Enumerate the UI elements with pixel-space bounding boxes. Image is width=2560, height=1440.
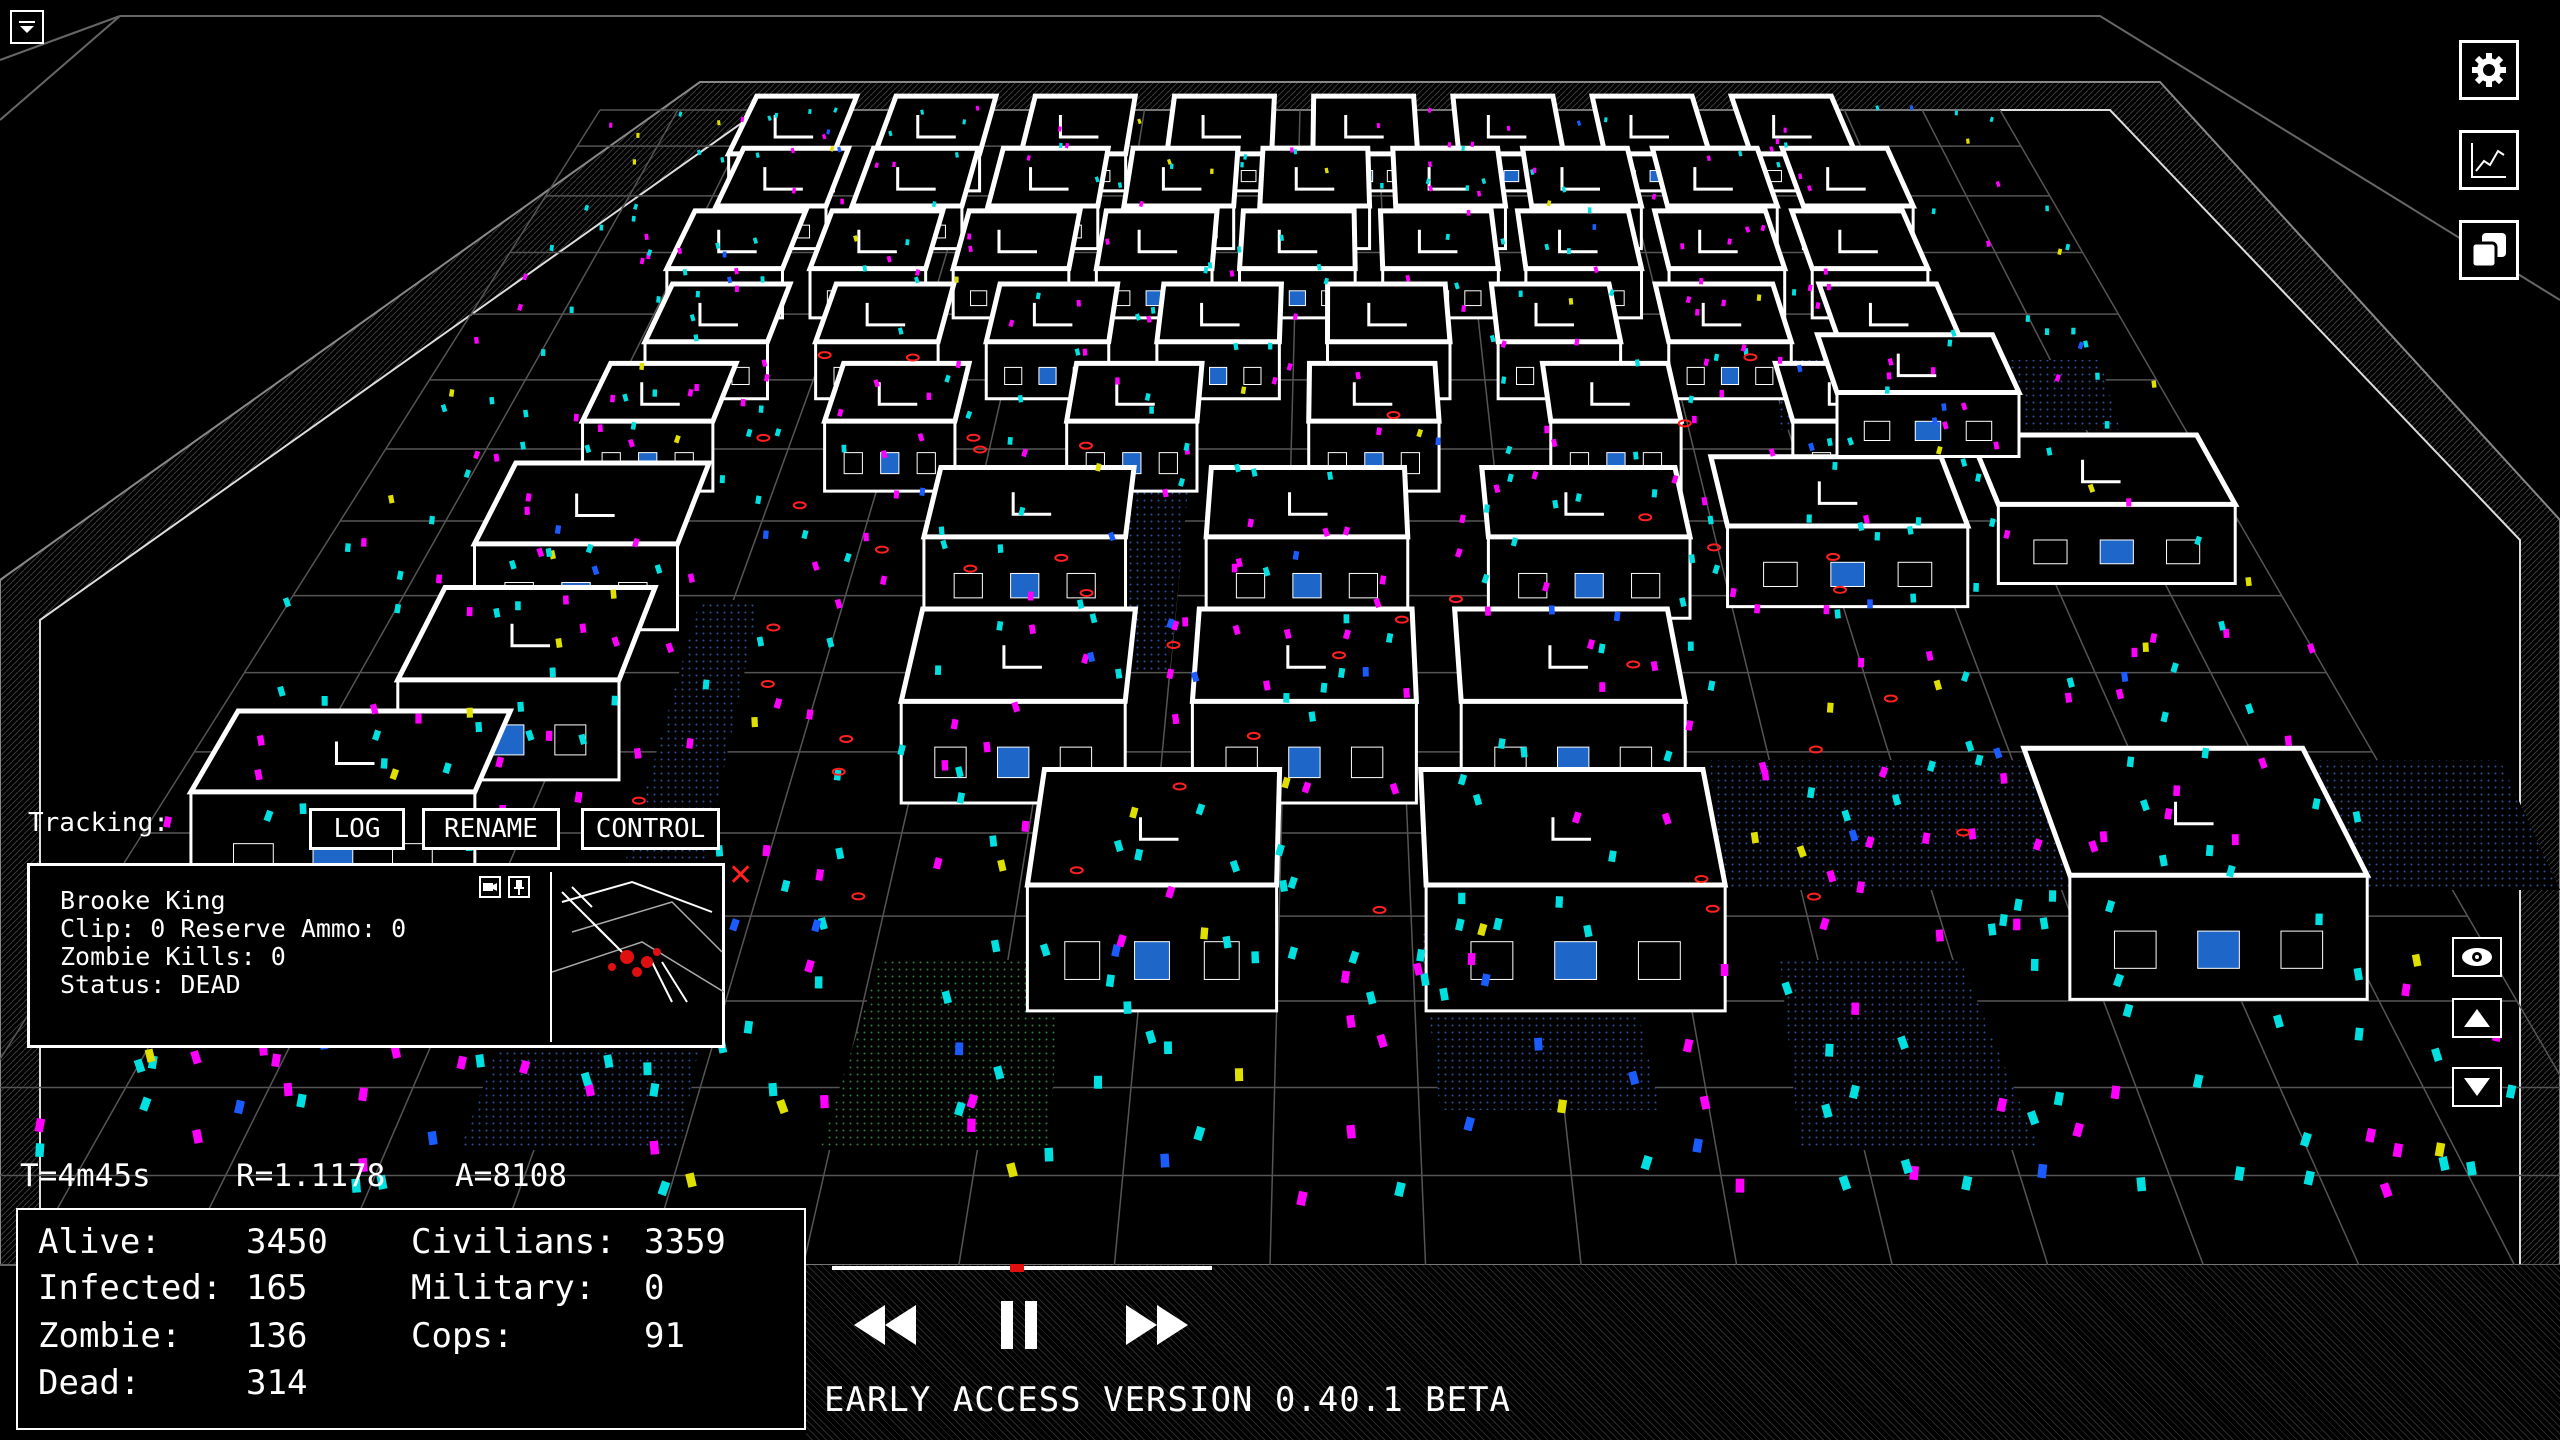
control-button[interactable]: CONTROL	[581, 808, 720, 850]
rate-readout: R=1.1178	[236, 1158, 386, 1194]
military-label: Military:	[411, 1268, 596, 1308]
alive-value: 3450	[246, 1222, 328, 1262]
stats-graph-button[interactable]	[2459, 130, 2519, 190]
pause-icon	[1001, 1301, 1037, 1349]
rewind-icon	[854, 1305, 916, 1345]
population-stats-panel: Alive: 3450 Infected: 165 Zombie: 136 De…	[16, 1208, 806, 1430]
copy-icon	[2470, 233, 2506, 269]
arrow-up-icon	[2464, 1009, 2490, 1027]
pause-button[interactable]	[974, 1290, 1064, 1360]
time-readout: T=4m45s	[20, 1158, 151, 1194]
infected-value: 165	[246, 1268, 308, 1308]
tracked-status: Status: DEAD	[60, 970, 241, 999]
windows-button[interactable]	[2459, 220, 2519, 280]
close-tracking-button[interactable]: ✕	[728, 858, 753, 893]
dead-label: Dead:	[38, 1363, 141, 1403]
fast-forward-button[interactable]	[1112, 1290, 1202, 1360]
zombie-label: Zombie:	[38, 1316, 182, 1356]
cops-value: 91	[644, 1316, 685, 1356]
military-value: 0	[644, 1268, 665, 1308]
settings-button[interactable]	[2459, 40, 2519, 100]
fast-forward-icon	[1126, 1305, 1188, 1345]
toggle-view-button[interactable]	[2452, 937, 2502, 977]
rename-button[interactable]: RENAME	[422, 808, 560, 850]
eye-icon	[2462, 948, 2492, 966]
camera-down-button[interactable]	[2452, 1067, 2502, 1107]
tracking-minimap	[550, 872, 724, 1042]
follow-camera-button[interactable]	[479, 876, 501, 898]
civilians-label: Civilians:	[411, 1222, 616, 1262]
pin-icon	[514, 880, 524, 895]
version-label: EARLY ACCESS VERSION 0.40.1 BETA	[824, 1380, 1512, 1420]
gear-icon	[2472, 53, 2506, 87]
menu-toggle-button[interactable]	[10, 10, 44, 44]
chart-icon	[2471, 143, 2506, 178]
dead-value: 314	[246, 1363, 308, 1403]
cops-label: Cops:	[411, 1316, 514, 1356]
camera-icon	[483, 883, 497, 891]
timeline-marker[interactable]	[1010, 1264, 1024, 1272]
camera-up-button[interactable]	[2452, 998, 2502, 1038]
zombie-value: 136	[246, 1316, 308, 1356]
rewind-button[interactable]	[840, 1290, 930, 1360]
civilians-value: 3359	[644, 1222, 726, 1262]
pin-button[interactable]	[508, 876, 530, 898]
infected-label: Infected:	[38, 1268, 223, 1308]
dropdown-icon	[19, 21, 35, 33]
alive-label: Alive:	[38, 1222, 161, 1262]
area-readout: A=8108	[455, 1158, 567, 1194]
arrow-down-icon	[2464, 1078, 2490, 1096]
tracked-name: Brooke King	[60, 886, 226, 915]
tracked-ammo: Clip: 0 Reserve Ammo: 0	[60, 914, 407, 943]
log-button[interactable]: LOG	[309, 808, 405, 850]
tracked-kills: Zombie Kills: 0	[60, 942, 286, 971]
tracking-card: Brooke King Clip: 0 Reserve Ammo: 0 Zomb…	[27, 863, 725, 1048]
tracking-label: Tracking:	[28, 808, 169, 838]
